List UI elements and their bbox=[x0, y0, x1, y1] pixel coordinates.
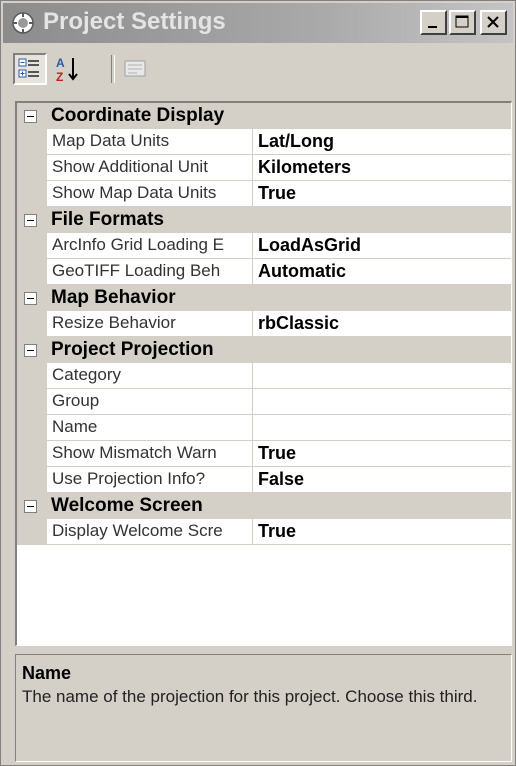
row-margin bbox=[17, 129, 47, 155]
property-value[interactable]: True bbox=[253, 181, 511, 207]
close-icon bbox=[487, 16, 499, 28]
property-grid[interactable]: Coordinate Display Map Data Units Lat/Long… bbox=[15, 101, 512, 646]
collapse-icon[interactable] bbox=[24, 291, 37, 305]
collapse-icon[interactable] bbox=[24, 343, 37, 357]
row-margin bbox=[17, 181, 47, 207]
property-value[interactable]: Kilometers bbox=[253, 155, 511, 181]
row-margin bbox=[17, 311, 47, 337]
category-row[interactable]: Map Behavior bbox=[17, 285, 511, 311]
property-name[interactable]: GeoTIFF Loading Beh bbox=[47, 259, 253, 285]
property-row[interactable]: Show Mismatch Warn True bbox=[17, 441, 511, 467]
property-row[interactable]: Group bbox=[17, 389, 511, 415]
minimize-icon bbox=[428, 26, 437, 28]
property-row[interactable]: Map Data Units Lat/Long bbox=[17, 129, 511, 155]
property-row[interactable]: Name bbox=[17, 415, 511, 441]
property-value[interactable]: LoadAsGrid bbox=[253, 233, 511, 259]
categorized-button[interactable] bbox=[13, 53, 47, 85]
caption-buttons bbox=[420, 10, 507, 35]
gear-globe-icon bbox=[11, 11, 35, 35]
property-row[interactable]: Category bbox=[17, 363, 511, 389]
title-bar[interactable]: Project Settings bbox=[3, 3, 513, 43]
close-button[interactable] bbox=[480, 10, 507, 35]
property-pages-icon bbox=[124, 60, 146, 77]
property-value[interactable]: rbClassic bbox=[253, 311, 511, 337]
category-label: Welcome Screen bbox=[51, 495, 203, 516]
row-margin bbox=[17, 155, 47, 181]
property-value[interactable] bbox=[253, 363, 511, 389]
sort-az-icon: A Z bbox=[56, 56, 78, 84]
row-margin bbox=[17, 441, 47, 467]
alphabetical-button[interactable]: A Z bbox=[51, 53, 85, 85]
property-row[interactable]: Resize Behavior rbClassic bbox=[17, 311, 511, 337]
maximize-button[interactable] bbox=[449, 10, 476, 35]
property-name[interactable]: Map Data Units bbox=[47, 129, 253, 155]
category-label: Project Projection bbox=[51, 339, 214, 360]
collapse-icon[interactable] bbox=[24, 213, 37, 227]
svg-text:A: A bbox=[56, 56, 65, 70]
category-label: File Formats bbox=[51, 209, 164, 230]
minimize-button[interactable] bbox=[420, 10, 447, 35]
collapse-icon[interactable] bbox=[24, 499, 37, 513]
property-name[interactable]: Category bbox=[47, 363, 253, 389]
property-name[interactable]: Resize Behavior bbox=[47, 311, 253, 337]
row-margin bbox=[17, 259, 47, 285]
description-text: The name of the projection for this proj… bbox=[22, 687, 478, 706]
row-margin bbox=[17, 363, 47, 389]
description-title: Name bbox=[22, 663, 72, 683]
property-pages-button[interactable] bbox=[119, 53, 153, 85]
svg-text:Z: Z bbox=[56, 70, 63, 84]
property-row[interactable]: Use Projection Info? False bbox=[17, 467, 511, 493]
window-title: Project Settings bbox=[43, 8, 226, 35]
property-value[interactable]: True bbox=[253, 519, 511, 545]
property-name[interactable]: Show Mismatch Warn bbox=[47, 441, 253, 467]
property-value[interactable]: Lat/Long bbox=[253, 129, 511, 155]
category-label: Map Behavior bbox=[51, 287, 176, 308]
property-value[interactable] bbox=[253, 389, 511, 415]
category-row[interactable]: Coordinate Display bbox=[17, 103, 511, 129]
toolbar: A Z bbox=[3, 45, 513, 95]
collapse-icon[interactable] bbox=[24, 109, 37, 123]
property-name[interactable]: Use Projection Info? bbox=[47, 467, 253, 493]
property-row[interactable]: Show Map Data Units True bbox=[17, 181, 511, 207]
property-name[interactable]: Show Additional Unit bbox=[47, 155, 253, 181]
row-margin bbox=[17, 467, 47, 493]
maximize-icon bbox=[455, 15, 469, 28]
categorized-icon bbox=[18, 58, 39, 78]
property-name[interactable]: Name bbox=[47, 415, 253, 441]
property-value[interactable] bbox=[253, 415, 511, 441]
property-row[interactable]: Display Welcome Scre True bbox=[17, 519, 511, 545]
description-pane: Name The name of the projection for this… bbox=[15, 654, 512, 762]
property-name[interactable]: ArcInfo Grid Loading E bbox=[47, 233, 253, 259]
toolbar-separator bbox=[111, 55, 115, 83]
property-name[interactable]: Group bbox=[47, 389, 253, 415]
row-margin bbox=[17, 415, 47, 441]
property-row[interactable]: Show Additional Unit Kilometers bbox=[17, 155, 511, 181]
project-settings-window: Project Settings A Z Coordinate Display … bbox=[0, 0, 516, 766]
category-row[interactable]: Project Projection bbox=[17, 337, 511, 363]
property-row[interactable]: GeoTIFF Loading Beh Automatic bbox=[17, 259, 511, 285]
row-margin bbox=[17, 519, 47, 545]
property-value[interactable]: Automatic bbox=[253, 259, 511, 285]
row-margin bbox=[17, 389, 47, 415]
property-row[interactable]: ArcInfo Grid Loading E LoadAsGrid bbox=[17, 233, 511, 259]
property-value[interactable]: False bbox=[253, 467, 511, 493]
category-row[interactable]: Welcome Screen bbox=[17, 493, 511, 519]
property-value[interactable]: True bbox=[253, 441, 511, 467]
property-name[interactable]: Show Map Data Units bbox=[47, 181, 253, 207]
category-label: Coordinate Display bbox=[51, 105, 225, 126]
row-margin bbox=[17, 233, 47, 259]
category-row[interactable]: File Formats bbox=[17, 207, 511, 233]
property-name[interactable]: Display Welcome Scre bbox=[47, 519, 253, 545]
